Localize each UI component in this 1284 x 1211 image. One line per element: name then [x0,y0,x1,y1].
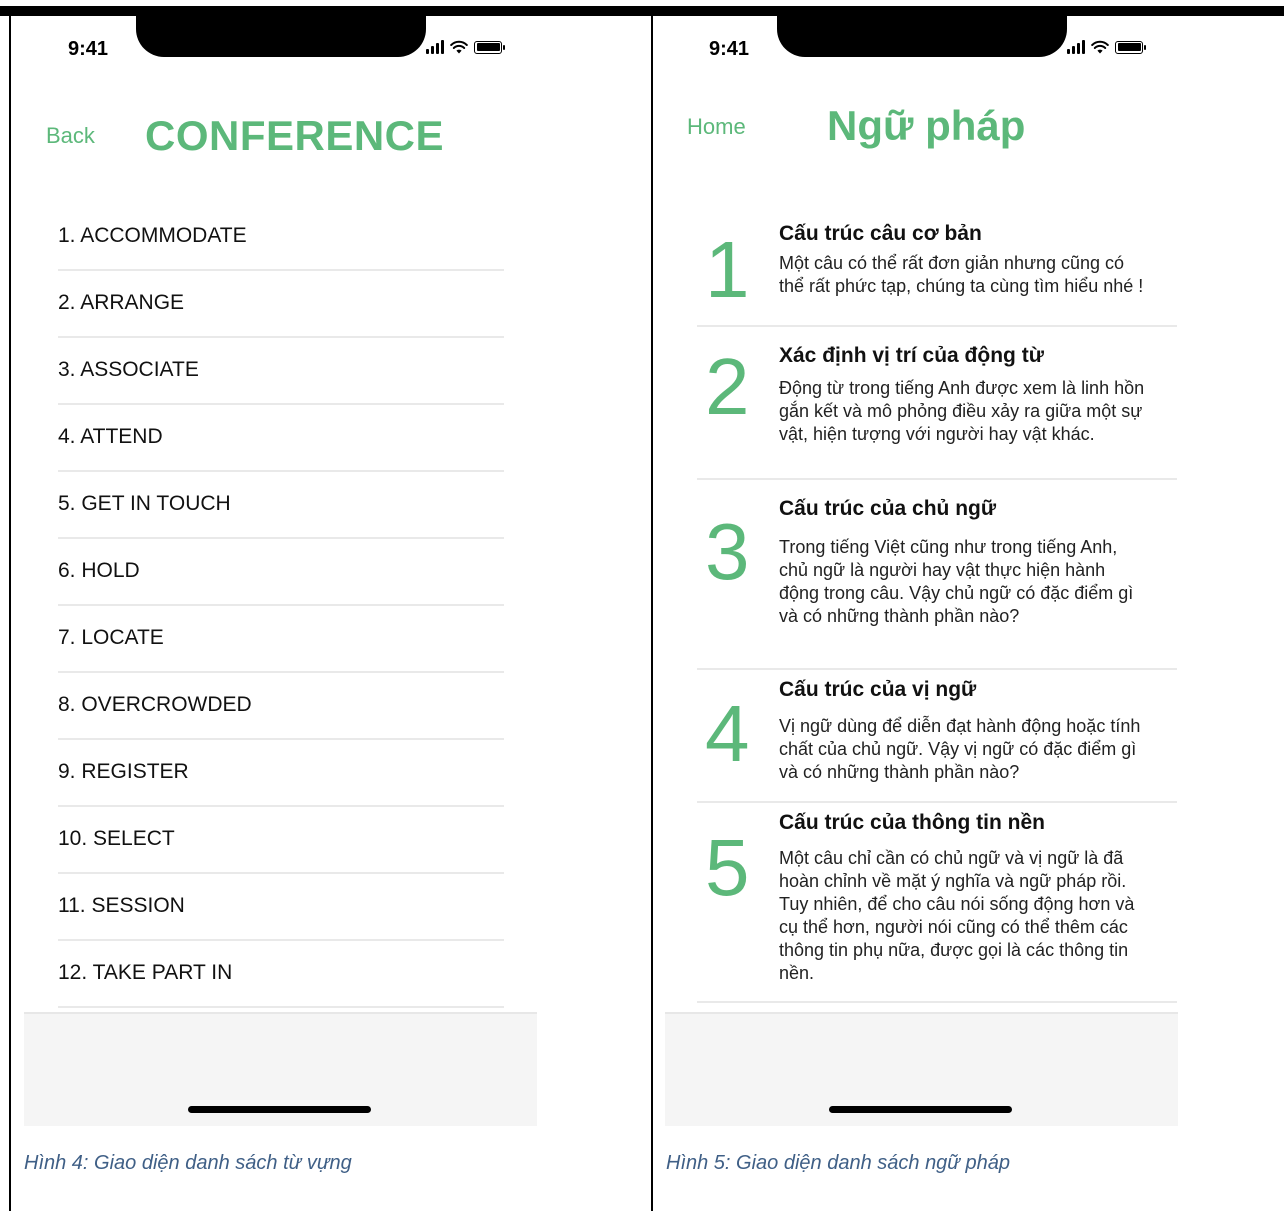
status-bar: 9:41 [653,16,1284,76]
home-indicator[interactable] [188,1106,371,1113]
item-description: Một câu có thể rất đơn giản nhưng cũng c… [779,253,1144,296]
page-title: CONFERENCE [145,112,445,159]
signal-icon [426,40,444,54]
item-title: Cấu trúc của chủ ngữ [779,497,997,520]
list-item[interactable]: 5 Cấu trúc của thông tin nền Một câu chỉ… [697,803,1177,1003]
item-title: Cấu trúc của vị ngữ [779,678,977,701]
list-item[interactable]: 12. TAKE PART IN [58,941,504,1008]
list-item[interactable]: 7. LOCATE [58,606,504,673]
vocab-list: 1. ACCOMMODATE 2. ARRANGE 3. ASSOCIATE 4… [58,204,504,1008]
item-number: 5 [705,823,750,912]
list-item[interactable]: 6. HOLD [58,539,504,606]
item-description: Một câu chỉ cần có chủ ngữ và vị ngữ là … [779,848,1135,983]
item-title: Cấu trúc câu cơ bản [779,222,982,245]
list-item[interactable]: 4 Cấu trúc của vị ngữ Vị ngữ dùng để diễ… [697,670,1177,803]
list-item[interactable]: 1 Cấu trúc câu cơ bản Một câu có thể rất… [697,214,1177,327]
list-item[interactable]: 9. REGISTER [58,740,504,807]
list-item[interactable]: 11. SESSION [58,874,504,941]
wifi-icon [1091,40,1109,54]
list-item[interactable]: 3 Cấu trúc của chủ ngữ Trong tiếng Việt … [697,480,1177,670]
grammar-screen: 9:41 Home Ngữ pháp 1 Cấu trúc câu cơ bản… [653,16,1284,1211]
list-item[interactable]: 2. ARRANGE [58,271,504,338]
item-title: Cấu trúc của thông tin nền [779,811,1045,834]
status-icons [426,40,505,54]
list-item[interactable]: 1. ACCOMMODATE [58,204,504,271]
list-item[interactable]: 2 Xác định vị trí của động từ Động từ tr… [697,327,1177,480]
list-item[interactable]: 5. GET IN TOUCH [58,472,504,539]
item-title: Xác định vị trí của động từ [779,344,1044,367]
notch [777,16,1067,57]
footer-bar [24,1012,537,1126]
item-number: 1 [705,225,750,314]
status-bar: 9:41 [12,16,651,76]
battery-icon [474,40,505,54]
battery-icon [1115,40,1146,54]
item-description: Vị ngữ dùng để diễn đạt hành động hoặc t… [779,716,1141,782]
status-icons [1067,40,1146,54]
list-item[interactable]: 4. ATTEND [58,405,504,472]
figure-caption: Hình 4: Giao diện danh sách từ vựng [24,1152,352,1174]
page-title: Ngữ pháp [827,102,1026,149]
home-button[interactable]: Home [687,114,746,140]
list-item[interactable]: 10. SELECT [58,807,504,874]
top-rule [0,6,1284,16]
item-number: 2 [705,342,750,431]
item-description: Động từ trong tiếng Anh được xem là linh… [779,378,1145,444]
list-item[interactable]: 8. OVERCROWDED [58,673,504,740]
home-indicator[interactable] [829,1106,1012,1113]
signal-icon [1067,40,1085,54]
item-description: Trong tiếng Việt cũng như trong tiếng An… [779,537,1134,626]
vocabulary-screen: 9:41 Back CONFERENCE 1. ACCOMMODATE 2. A… [12,16,651,1211]
left-border [9,16,11,1211]
wifi-icon [450,40,468,54]
status-time: 9:41 [68,38,109,60]
item-number: 3 [705,507,750,596]
item-number: 4 [705,689,750,778]
back-button[interactable]: Back [46,123,95,149]
figure-caption: Hình 5: Giao diện danh sách ngữ pháp [666,1152,1011,1174]
list-item[interactable]: 3. ASSOCIATE [58,338,504,405]
footer-bar [665,1012,1178,1126]
status-time: 9:41 [709,38,750,60]
grammar-list: 1 Cấu trúc câu cơ bản Một câu có thể rất… [697,214,1177,1003]
notch [136,16,426,57]
